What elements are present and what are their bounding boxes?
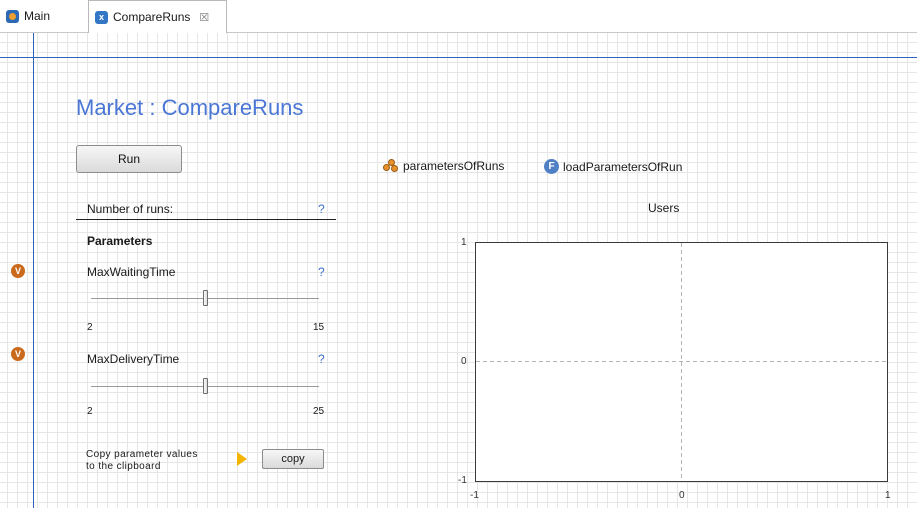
x-tick-label: 0 (679, 490, 685, 501)
agent-icon (6, 9, 19, 23)
copy-description-line1: Copy parameter values (86, 449, 198, 460)
y-tick-label: 1 (461, 237, 467, 248)
arrow-right-icon (237, 452, 247, 466)
collection-element[interactable]: parametersOfRuns (383, 159, 504, 173)
collection-icon (383, 159, 399, 173)
editor-canvas[interactable]: Market : CompareRuns Run parametersOfRun… (0, 33, 917, 508)
copy-description-line2: to the clipboard (86, 461, 161, 472)
param-maxdeliverytime-help[interactable]: ? (318, 352, 325, 366)
x-tick-label: 1 (885, 490, 891, 501)
function-label: loadParametersOfRun (563, 159, 683, 174)
canvas-origin-horizontal-axis (0, 57, 917, 58)
parameters-heading: Parameters (87, 234, 153, 248)
number-of-runs-label: Number of runs: (87, 202, 174, 216)
x-tick-label: -1 (470, 490, 479, 501)
canvas-origin-vertical-axis (33, 33, 34, 508)
editor-tab-bar: Main x CompareRuns ☒ (0, 0, 917, 33)
maxdeliverytime-slider-thumb[interactable] (203, 378, 208, 394)
tab-compareruns[interactable]: x CompareRuns ☒ (88, 0, 227, 33)
tab-main-label: Main (24, 9, 51, 23)
maxwaitingtime-slider-thumb[interactable] (203, 290, 208, 306)
chart-plot-area (475, 242, 888, 482)
copy-button[interactable]: copy (262, 449, 324, 469)
chart-svg (476, 243, 887, 481)
y-tick-label: 0 (461, 356, 467, 367)
maxdeliverytime-min: 2 (87, 406, 93, 417)
divider (76, 219, 336, 220)
close-icon[interactable]: ☒ (199, 11, 209, 24)
number-of-runs-help[interactable]: ? (318, 202, 325, 216)
experiment-icon: x (95, 10, 108, 24)
maxwaitingtime-min: 2 (87, 322, 93, 333)
tab-compareruns-label: CompareRuns (113, 10, 191, 24)
page-title: Market : CompareRuns (76, 95, 304, 120)
collection-label: parametersOfRuns (403, 159, 505, 173)
function-icon: F (544, 159, 559, 174)
tab-main[interactable]: Main (0, 0, 86, 32)
y-tick-label: -1 (458, 475, 467, 486)
variable-icon[interactable]: V (11, 347, 25, 361)
function-element[interactable]: F loadParametersOfRun (544, 159, 682, 174)
param-maxdeliverytime-label: MaxDeliveryTime (87, 352, 180, 366)
chart-title: Users (648, 201, 680, 215)
param-maxwaitingtime-help[interactable]: ? (318, 265, 325, 279)
maxdeliverytime-max: 25 (313, 406, 325, 417)
param-maxwaitingtime-label: MaxWaitingTime (87, 265, 176, 279)
copy-description: Copy parameter values to the clipboard (86, 449, 198, 473)
variable-icon[interactable]: V (11, 264, 25, 278)
maxwaitingtime-max: 15 (313, 322, 325, 333)
run-button[interactable]: Run (76, 145, 182, 173)
